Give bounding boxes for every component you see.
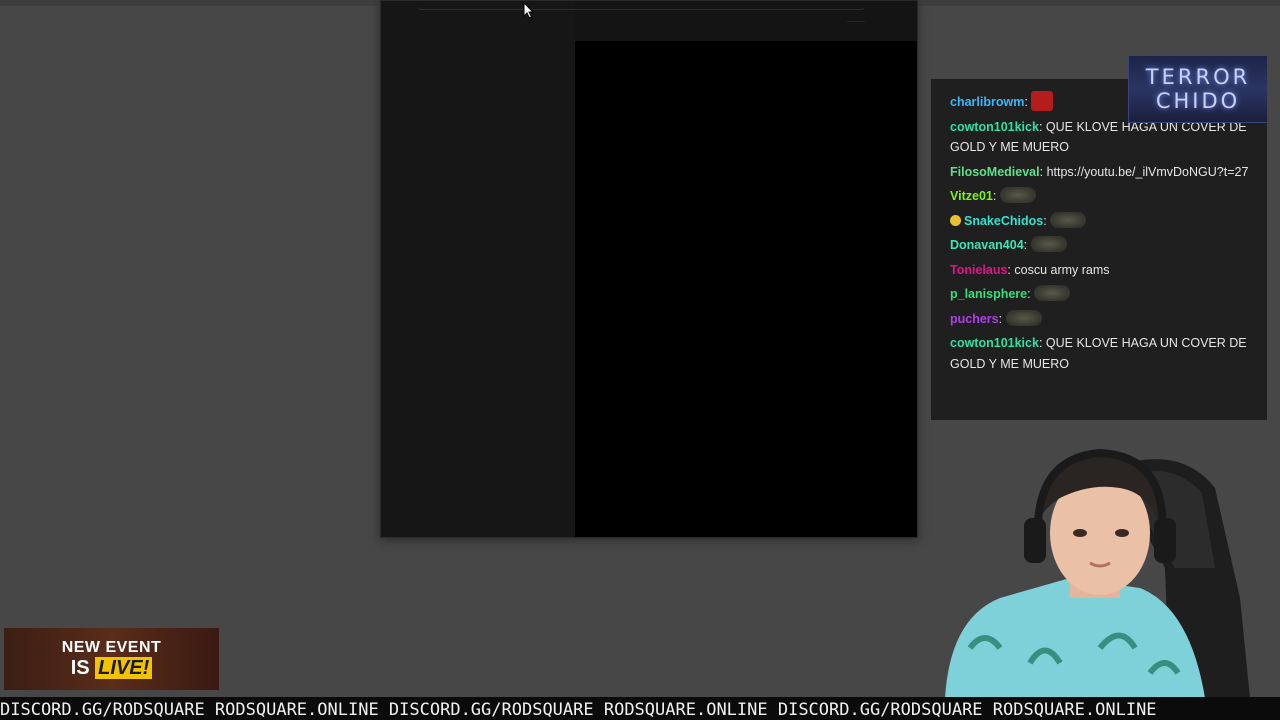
logo-line-2: CHIDO — [1155, 89, 1241, 113]
webcam-feed — [940, 448, 1270, 698]
chat-message: FilosoMedieval: https://youtu.be/_ilVmvD… — [950, 162, 1253, 183]
event-title: NEW EVENT — [61, 639, 162, 656]
chat-separator: : — [1027, 287, 1035, 301]
chat-separator: : — [1024, 95, 1032, 109]
chat-separator: : — [998, 311, 1006, 326]
chat-message: puchers: — [950, 309, 1253, 330]
chat-emote-icon — [1050, 211, 1087, 228]
chat-separator: : — [1038, 119, 1046, 134]
chat-username: SnakeChidos — [964, 213, 1044, 228]
chat-username: Vitze01 — [950, 189, 993, 203]
event-live-badge: LIVE! — [95, 657, 153, 679]
chat-message: p_lanisphere: — [950, 284, 1253, 305]
chat-separator: : — [1023, 238, 1031, 252]
chat-overlay: charlibrowm: cowton101kick: QUE KLOVE HA… — [931, 79, 1267, 420]
event-banner: NEW EVENT IS LIVE! — [4, 628, 219, 690]
chat-message: SnakeChidos: — [950, 211, 1253, 232]
app-content-area — [575, 41, 917, 537]
app-search-bar[interactable] — [417, 1, 865, 10]
chat-emote-icon — [1031, 91, 1054, 111]
smile-badge-icon — [950, 214, 961, 226]
chat-separator: : — [1039, 164, 1047, 179]
chat-message: Vitze01: — [950, 186, 1253, 207]
chat-emote-icon — [1034, 285, 1071, 301]
chat-username: Tonielaus — [950, 262, 1008, 277]
mouse-cursor-icon — [523, 2, 535, 19]
event-subtitle: IS LIVE! — [71, 657, 153, 679]
chat-separator: : — [992, 189, 1000, 203]
chat-username: FilosoMedieval — [950, 164, 1040, 179]
chat-message: cowton101kick: QUE KLOVE HAGA UN COVER D… — [950, 333, 1253, 374]
app-sidebar — [381, 1, 575, 537]
chat-emote-icon — [1030, 236, 1067, 252]
chat-text: https://youtu.be/_ilVmvDoNGU?t=27 — [1046, 164, 1249, 179]
chat-username: charlibrowm — [950, 95, 1025, 109]
chat-separator: : — [1038, 336, 1046, 350]
chat-emote-icon — [999, 187, 1036, 203]
channel-logo: TERROR CHIDO — [1128, 55, 1268, 123]
chat-username: puchers — [950, 311, 999, 326]
chat-emote-icon — [1005, 309, 1042, 326]
chat-username: cowton101kick — [950, 119, 1039, 134]
chat-username: cowton101kick — [950, 336, 1039, 350]
chat-text: coscu army rams — [1014, 262, 1110, 277]
scrolling-ticker: DISCORD.GG/RODSQUARE RODSQUARE.ONLINE DI… — [0, 697, 1280, 720]
event-is: IS — [70, 657, 90, 679]
chat-username: p_lanisphere — [950, 287, 1028, 301]
chat-separator: : — [1043, 213, 1051, 228]
app-window[interactable] — [380, 0, 918, 538]
logo-line-1: TERROR — [1145, 65, 1251, 89]
chat-message: Donavan404: — [950, 235, 1253, 256]
app-topbar-button[interactable] — [847, 1, 865, 22]
chat-username: Donavan404 — [950, 238, 1024, 252]
chat-message: Tonielaus: coscu army rams — [950, 260, 1253, 281]
